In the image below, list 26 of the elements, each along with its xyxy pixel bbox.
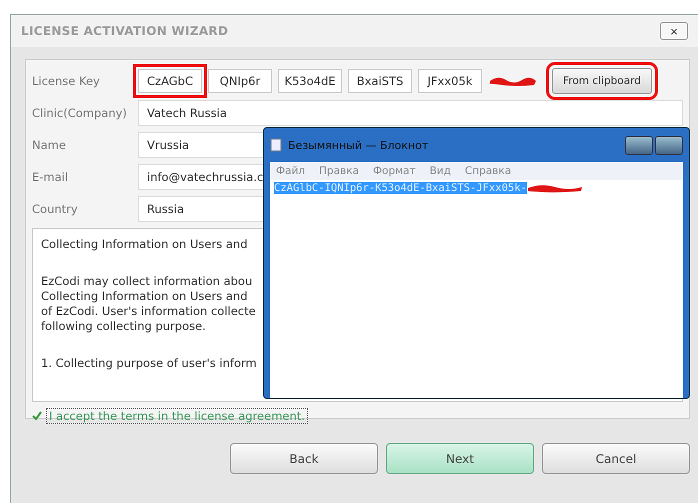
selected-text: CzAGlbC-IQNIp6r-K53o4dE-BxaiSTS-JFxx05k- [274,182,527,194]
window-title: Безымянный — Блокнот [288,138,428,152]
minimize-button[interactable] [625,136,653,154]
checkbox[interactable] [32,411,42,421]
field-label: Name [32,138,67,152]
key-field[interactable]: JFxx05k [418,69,482,93]
wizard-button[interactable]: Next [386,443,534,474]
agreement-paragraph: 1. Collecting purpose of user's inform [41,356,258,371]
key-field[interactable]: K53o4dE [278,69,342,93]
key-field[interactable]: BxaiSTS [348,69,412,93]
agreement-paragraph: EzCodi may collect information abou Collecting Information on Users and of EzCodi. User's information collecte following collecting purpose. [41,274,257,334]
redaction-mark [526,183,583,193]
window-title: LICENSE ACTIVATION WIZARD [21,24,228,38]
field-label: License Key [32,74,101,88]
wizard-button[interactable]: Back [230,443,378,474]
close-button[interactable]: × [660,22,688,40]
wizard-button[interactable]: Cancel [542,443,690,474]
notepad-icon [270,138,282,152]
input-field[interactable]: Vatech Russia [138,100,683,126]
field-label: Clinic(Company) [32,106,128,120]
key-field[interactable]: QNIp6r [208,69,272,93]
agreement-paragraph: Collecting Information on Users and [41,237,249,252]
redaction-mark [488,75,538,87]
field-label: Country [32,202,79,216]
maximize-button[interactable] [655,136,683,154]
field-label: E-mail [32,170,70,184]
